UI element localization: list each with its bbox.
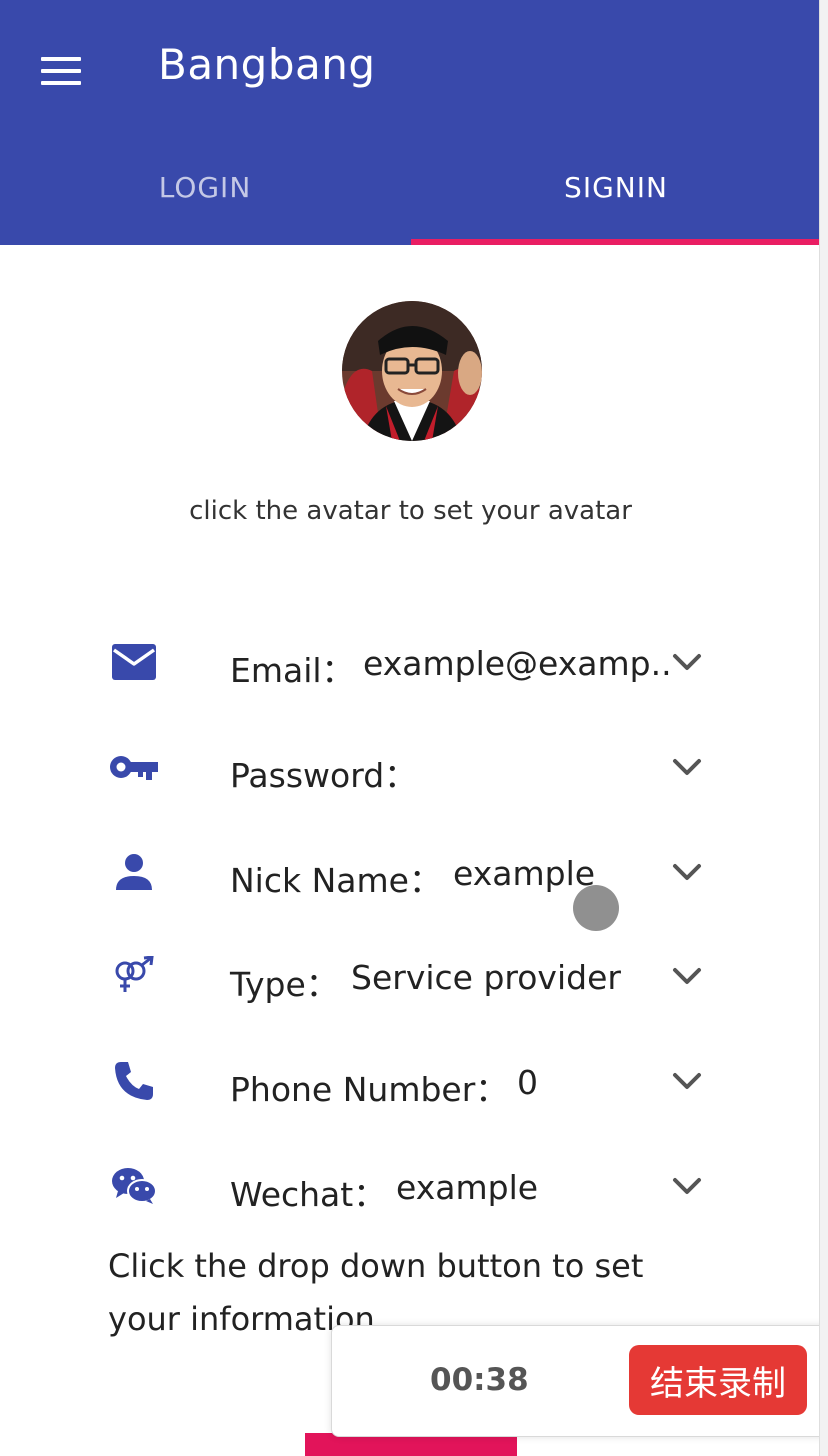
phone-label: Phone Number：: [230, 1070, 509, 1109]
phone-icon: [100, 1041, 168, 1121]
avatar-hint: click the avatar to set your avatar: [189, 496, 632, 526]
tab-login[interactable]: LOGIN: [0, 140, 410, 245]
app-bar: Bangbang LOGIN SIGNIN: [0, 0, 821, 245]
email-icon: [100, 622, 168, 702]
person-icon: [100, 832, 168, 912]
email-label: Email：: [230, 651, 355, 690]
touch-indicator: [573, 885, 619, 931]
nickname-label: Nick Name：: [230, 861, 442, 900]
avatar-photo: [342, 301, 482, 441]
type-label: Type：: [230, 965, 339, 1004]
password-label: Password：: [230, 756, 418, 795]
tab-signin[interactable]: SIGNIN: [411, 140, 821, 245]
email-row[interactable]: Email： example@examp..: [100, 622, 720, 702]
avatar[interactable]: [342, 301, 482, 441]
wechat-row[interactable]: Wechat： example: [100, 1146, 720, 1226]
wechat-value: example: [396, 1168, 539, 1207]
phone-value: 0: [517, 1063, 538, 1102]
app-title: Bangbang: [158, 40, 376, 89]
chevron-down-icon[interactable]: [670, 1061, 704, 1101]
recording-timer: 00:38: [430, 1362, 529, 1398]
password-row[interactable]: Password：: [100, 727, 720, 807]
chevron-down-icon[interactable]: [670, 956, 704, 996]
window-edge: [819, 0, 828, 1456]
nickname-value: example: [453, 854, 596, 893]
wechat-label: Wechat：: [230, 1175, 387, 1214]
app-screen: Bangbang LOGIN SIGNIN click the avatar t…: [0, 0, 828, 1456]
wechat-icon: [100, 1146, 168, 1226]
chevron-down-icon[interactable]: [670, 642, 704, 682]
type-value: Service provider: [351, 958, 621, 997]
menu-icon[interactable]: [32, 47, 90, 95]
gender-icon: [100, 936, 168, 1016]
stop-recording-button[interactable]: 结束录制: [629, 1345, 807, 1415]
chevron-down-icon[interactable]: [670, 1166, 704, 1206]
nickname-row[interactable]: Nick Name： example: [100, 832, 720, 912]
type-row[interactable]: Type： Service provider: [100, 936, 720, 1016]
key-icon: [100, 727, 168, 807]
chevron-down-icon[interactable]: [670, 852, 704, 892]
chevron-down-icon[interactable]: [670, 747, 704, 787]
email-value: example@examp..: [363, 644, 672, 683]
phone-row[interactable]: Phone Number： 0: [100, 1041, 720, 1121]
tab-active-indicator: [411, 239, 821, 245]
recorder-panel: 00:38 结束录制: [331, 1325, 828, 1437]
